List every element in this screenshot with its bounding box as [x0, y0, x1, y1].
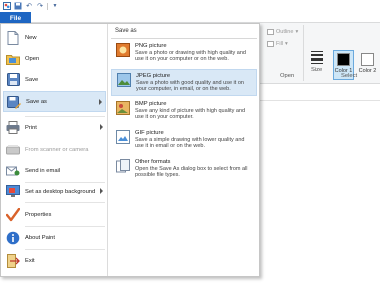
paint-app-icon[interactable] [3, 2, 11, 10]
outline-dropdown[interactable]: Outline ▾ [267, 29, 298, 35]
submenu-arrow-icon [99, 99, 102, 105]
menu-item-new[interactable]: New [3, 27, 106, 48]
menu-item-about-paint[interactable]: About Paint [3, 227, 106, 248]
png-picture-icon [116, 43, 130, 57]
ribbon-group-open: Open [280, 73, 295, 79]
desktop-background-icon [6, 185, 20, 199]
submenu-divider [111, 38, 257, 39]
menu-item-print[interactable]: Print [3, 117, 106, 138]
customize-dropdown-icon[interactable]: ▼ [51, 2, 59, 10]
save-as-jpeg[interactable]: JPEG picture Save a photo with good qual… [111, 69, 257, 96]
menu-item-label: Exit [25, 257, 35, 264]
save-as-submenu: Save as PNG picture Save a photo or draw… [109, 24, 259, 276]
fill-dropdown[interactable]: Fill ▾ [267, 41, 288, 47]
fill-label: Fill [276, 41, 284, 47]
color2-button[interactable]: Color 2 [357, 50, 378, 80]
size-label[interactable]: Size [311, 67, 322, 73]
menu-item-label: New [25, 34, 37, 41]
menu-item-from-scanner[interactable]: From scanner or camera [3, 139, 106, 160]
menu-item-label: Set as desktop background [25, 188, 96, 195]
ribbon-divider [303, 25, 304, 81]
option-description: Save a photo with good quality and use i… [136, 80, 244, 92]
submenu-arrow-icon [100, 124, 103, 130]
option-title: BMP picture [135, 101, 167, 107]
save-as-icon [7, 95, 21, 109]
bmp-picture-icon [116, 101, 130, 115]
menu-item-label: Print [25, 124, 37, 131]
option-title: PNG picture [135, 43, 167, 49]
submenu-title: Save as [115, 28, 137, 34]
exit-icon [6, 253, 20, 268]
size-icon[interactable] [311, 51, 323, 66]
color2-swatch [361, 53, 374, 66]
save-icon[interactable] [14, 2, 22, 10]
redo-icon[interactable]: ↷ [36, 2, 44, 10]
file-menu-commands: New Open Save Save as Print From scanner… [1, 24, 108, 276]
gif-picture-icon [116, 130, 130, 144]
menu-item-open[interactable]: Open [3, 48, 106, 69]
menu-item-send-email[interactable]: Send in email [3, 160, 106, 181]
outline-label: Outline [276, 29, 294, 35]
menu-item-exit[interactable]: Exit [3, 250, 106, 271]
ribbon-group-select: Select [341, 73, 358, 79]
menu-item-desktop-background[interactable]: Set as desktop background [3, 181, 106, 202]
option-title: Other formats [135, 159, 171, 165]
menu-item-save[interactable]: Save [3, 69, 106, 90]
option-description: Save a photo or drawing with high qualit… [135, 50, 246, 62]
new-file-icon [6, 30, 20, 45]
submenu-arrow-icon [100, 188, 103, 194]
menu-item-label: Save [25, 76, 39, 83]
save-as-gif[interactable]: GIF picture Save a simple drawing with l… [111, 127, 257, 154]
file-menu: New Open Save Save as Print From scanner… [0, 23, 260, 277]
print-icon [6, 121, 20, 135]
properties-checkmark-icon [6, 207, 20, 222]
save-icon [6, 73, 20, 87]
other-formats-icon [116, 159, 130, 173]
menu-item-label: Send in email [25, 167, 61, 174]
menu-item-label: Open [25, 55, 40, 62]
scanner-icon [6, 143, 20, 157]
chevron-down-icon: ▾ [285, 41, 288, 47]
toolbar-divider [47, 2, 48, 10]
option-title: GIF picture [135, 130, 164, 136]
save-as-png[interactable]: PNG picture Save a photo or drawing with… [111, 40, 257, 67]
canvas-edge [258, 100, 380, 101]
menu-item-label: About Paint [25, 234, 55, 241]
ribbon-tab-strip [0, 12, 380, 23]
menu-item-properties[interactable]: Properties [3, 204, 106, 225]
email-icon [6, 164, 20, 178]
save-as-other-formats[interactable]: Other formats Open the Save As dialog bo… [111, 156, 257, 183]
save-as-bmp[interactable]: BMP picture Save any kind of picture wit… [111, 98, 257, 125]
menu-item-label: Save as [26, 98, 47, 105]
menu-item-save-as[interactable]: Save as [3, 91, 106, 112]
quick-access-toolbar: ↶ ↷ ▼ [0, 0, 380, 12]
option-title: JPEG picture [136, 73, 171, 79]
color2-label: Color 2 [358, 68, 377, 74]
menu-item-label: From scanner or camera [25, 146, 89, 153]
menu-divider [25, 202, 105, 203]
menu-item-label: Properties [25, 211, 52, 218]
info-icon [6, 231, 20, 245]
open-folder-icon [6, 52, 20, 66]
fill-icon [267, 41, 274, 47]
outline-icon [267, 29, 274, 35]
undo-icon[interactable]: ↶ [25, 2, 33, 10]
chevron-down-icon: ▾ [295, 29, 299, 35]
color1-swatch [337, 53, 350, 66]
jpeg-picture-icon [117, 73, 131, 87]
option-description: Open the Save As dialog box to select fr… [135, 166, 248, 178]
option-description: Save a simple drawing with lower quality… [135, 137, 245, 149]
option-description: Save any kind of picture with high quali… [135, 108, 246, 120]
